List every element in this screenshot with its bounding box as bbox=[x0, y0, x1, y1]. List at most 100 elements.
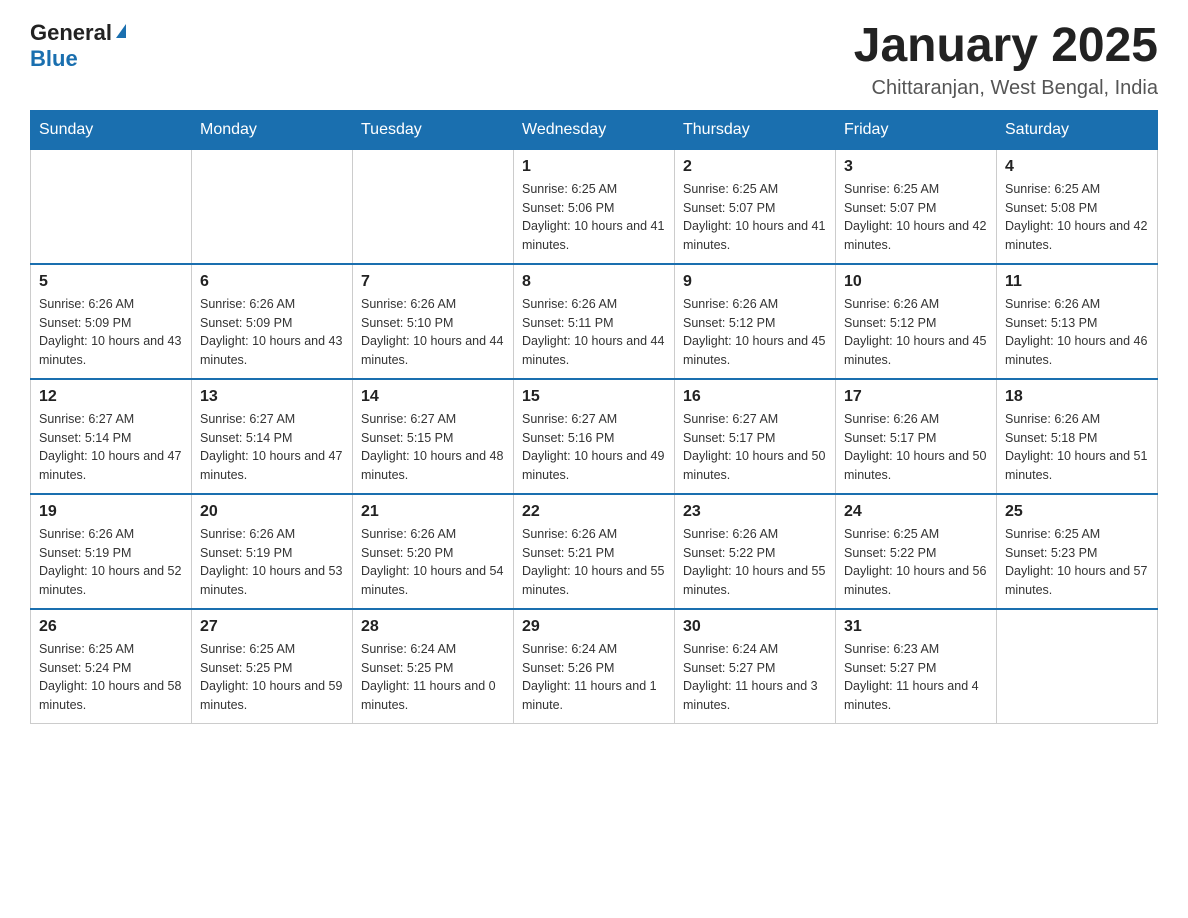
day-info: Sunrise: 6:27 AM Sunset: 5:17 PM Dayligh… bbox=[683, 410, 827, 485]
day-info: Sunrise: 6:26 AM Sunset: 5:20 PM Dayligh… bbox=[361, 525, 505, 600]
calendar-cell: 18 Sunrise: 6:26 AM Sunset: 5:18 PM Dayli… bbox=[997, 379, 1158, 494]
day-of-week-thursday: Thursday bbox=[675, 110, 836, 149]
calendar-cell: 29Sunrise: 6:24 AM Sunset: 5:26 PM Dayli… bbox=[514, 609, 675, 724]
day-info: Sunrise: 6:26 AM Sunset: 5:13 PM Dayligh… bbox=[1005, 295, 1149, 370]
calendar-cell: 23 Sunrise: 6:26 AM Sunset: 5:22 PM Dayli… bbox=[675, 494, 836, 609]
day-number: 23 bbox=[683, 503, 827, 521]
page-subtitle: Chittaranjan, West Bengal, India bbox=[854, 77, 1158, 100]
week-row-1: 1Sunrise: 6:25 AM Sunset: 5:06 PM Daylig… bbox=[31, 149, 1158, 264]
day-number: 20 bbox=[200, 503, 344, 521]
day-number: 8 bbox=[522, 273, 666, 291]
logo: General Blue bbox=[30, 20, 126, 72]
day-info: Sunrise: 6:25 AM Sunset: 5:08 PM Dayligh… bbox=[1005, 180, 1149, 255]
day-of-week-wednesday: Wednesday bbox=[514, 110, 675, 149]
page-title: January 2025 bbox=[854, 20, 1158, 73]
day-info: Sunrise: 6:27 AM Sunset: 5:15 PM Dayligh… bbox=[361, 410, 505, 485]
day-of-week-monday: Monday bbox=[192, 110, 353, 149]
day-number: 13 bbox=[200, 388, 344, 406]
calendar-cell: 3Sunrise: 6:25 AM Sunset: 5:07 PM Daylig… bbox=[836, 149, 997, 264]
day-info: Sunrise: 6:26 AM Sunset: 5:19 PM Dayligh… bbox=[200, 525, 344, 600]
calendar-body: 1Sunrise: 6:25 AM Sunset: 5:06 PM Daylig… bbox=[31, 149, 1158, 723]
day-number: 2 bbox=[683, 158, 827, 176]
day-number: 6 bbox=[200, 273, 344, 291]
day-number: 22 bbox=[522, 503, 666, 521]
calendar-cell bbox=[997, 609, 1158, 724]
day-info: Sunrise: 6:24 AM Sunset: 5:25 PM Dayligh… bbox=[361, 640, 505, 715]
day-info: Sunrise: 6:26 AM Sunset: 5:22 PM Dayligh… bbox=[683, 525, 827, 600]
day-of-week-friday: Friday bbox=[836, 110, 997, 149]
calendar-cell: 9Sunrise: 6:26 AM Sunset: 5:12 PM Daylig… bbox=[675, 264, 836, 379]
logo-triangle-icon bbox=[116, 24, 126, 38]
day-info: Sunrise: 6:26 AM Sunset: 5:21 PM Dayligh… bbox=[522, 525, 666, 600]
calendar-cell: 20 Sunrise: 6:26 AM Sunset: 5:19 PM Dayli… bbox=[192, 494, 353, 609]
day-info: Sunrise: 6:27 AM Sunset: 5:14 PM Dayligh… bbox=[39, 410, 183, 485]
calendar-cell: 21 Sunrise: 6:26 AM Sunset: 5:20 PM Dayli… bbox=[353, 494, 514, 609]
calendar-cell: 12 Sunrise: 6:27 AM Sunset: 5:14 PM Dayli… bbox=[31, 379, 192, 494]
logo-general-text: General bbox=[30, 20, 112, 46]
day-info: Sunrise: 6:26 AM Sunset: 5:17 PM Dayligh… bbox=[844, 410, 988, 485]
day-info: Sunrise: 6:27 AM Sunset: 5:14 PM Dayligh… bbox=[200, 410, 344, 485]
day-info: Sunrise: 6:25 AM Sunset: 5:07 PM Dayligh… bbox=[844, 180, 988, 255]
day-number: 9 bbox=[683, 273, 827, 291]
day-number: 15 bbox=[522, 388, 666, 406]
day-number: 25 bbox=[1005, 503, 1149, 521]
day-number: 12 bbox=[39, 388, 183, 406]
day-info: Sunrise: 6:26 AM Sunset: 5:09 PM Dayligh… bbox=[39, 295, 183, 370]
day-number: 1 bbox=[522, 158, 666, 176]
calendar-cell: 2Sunrise: 6:25 AM Sunset: 5:07 PM Daylig… bbox=[675, 149, 836, 264]
calendar-cell bbox=[353, 149, 514, 264]
day-number: 5 bbox=[39, 273, 183, 291]
calendar-cell: 7 Sunrise: 6:26 AM Sunset: 5:10 PM Daylig… bbox=[353, 264, 514, 379]
day-info: Sunrise: 6:27 AM Sunset: 5:16 PM Dayligh… bbox=[522, 410, 666, 485]
calendar-cell: 17 Sunrise: 6:26 AM Sunset: 5:17 PM Dayli… bbox=[836, 379, 997, 494]
calendar-cell: 11 Sunrise: 6:26 AM Sunset: 5:13 PM Dayli… bbox=[997, 264, 1158, 379]
day-info: Sunrise: 6:25 AM Sunset: 5:23 PM Dayligh… bbox=[1005, 525, 1149, 600]
day-info: Sunrise: 6:26 AM Sunset: 5:18 PM Dayligh… bbox=[1005, 410, 1149, 485]
week-row-4: 19 Sunrise: 6:26 AM Sunset: 5:19 PM Dayli… bbox=[31, 494, 1158, 609]
calendar-cell: 25 Sunrise: 6:25 AM Sunset: 5:23 PM Dayli… bbox=[997, 494, 1158, 609]
day-number: 21 bbox=[361, 503, 505, 521]
day-number: 17 bbox=[844, 388, 988, 406]
calendar-cell: 16Sunrise: 6:27 AM Sunset: 5:17 PM Dayli… bbox=[675, 379, 836, 494]
day-info: Sunrise: 6:25 AM Sunset: 5:24 PM Dayligh… bbox=[39, 640, 183, 715]
calendar-cell: 19 Sunrise: 6:26 AM Sunset: 5:19 PM Dayli… bbox=[31, 494, 192, 609]
calendar-cell: 28 Sunrise: 6:24 AM Sunset: 5:25 PM Dayli… bbox=[353, 609, 514, 724]
day-info: Sunrise: 6:26 AM Sunset: 5:11 PM Dayligh… bbox=[522, 295, 666, 370]
day-number: 18 bbox=[1005, 388, 1149, 406]
calendar-cell: 24Sunrise: 6:25 AM Sunset: 5:22 PM Dayli… bbox=[836, 494, 997, 609]
calendar-cell: 27Sunrise: 6:25 AM Sunset: 5:25 PM Dayli… bbox=[192, 609, 353, 724]
day-number: 19 bbox=[39, 503, 183, 521]
day-number: 7 bbox=[361, 273, 505, 291]
day-number: 14 bbox=[361, 388, 505, 406]
week-row-3: 12 Sunrise: 6:27 AM Sunset: 5:14 PM Dayli… bbox=[31, 379, 1158, 494]
calendar-cell: 15 Sunrise: 6:27 AM Sunset: 5:16 PM Dayli… bbox=[514, 379, 675, 494]
week-row-5: 26 Sunrise: 6:25 AM Sunset: 5:24 PM Dayli… bbox=[31, 609, 1158, 724]
day-info: Sunrise: 6:25 AM Sunset: 5:22 PM Dayligh… bbox=[844, 525, 988, 600]
day-number: 26 bbox=[39, 618, 183, 636]
week-row-2: 5 Sunrise: 6:26 AM Sunset: 5:09 PM Daylig… bbox=[31, 264, 1158, 379]
day-number: 28 bbox=[361, 618, 505, 636]
logo-blue-text: Blue bbox=[30, 46, 78, 72]
day-info: Sunrise: 6:26 AM Sunset: 5:10 PM Dayligh… bbox=[361, 295, 505, 370]
day-of-week-saturday: Saturday bbox=[997, 110, 1158, 149]
calendar-header: SundayMondayTuesdayWednesdayThursdayFrid… bbox=[31, 110, 1158, 149]
day-info: Sunrise: 6:24 AM Sunset: 5:27 PM Dayligh… bbox=[683, 640, 827, 715]
calendar-table: SundayMondayTuesdayWednesdayThursdayFrid… bbox=[30, 110, 1158, 724]
calendar-cell: 5 Sunrise: 6:26 AM Sunset: 5:09 PM Daylig… bbox=[31, 264, 192, 379]
day-number: 4 bbox=[1005, 158, 1149, 176]
day-number: 11 bbox=[1005, 273, 1149, 291]
day-number: 31 bbox=[844, 618, 988, 636]
calendar-cell bbox=[192, 149, 353, 264]
page-header: General Blue January 2025 Chittaranjan, … bbox=[30, 20, 1158, 100]
day-info: Sunrise: 6:26 AM Sunset: 5:19 PM Dayligh… bbox=[39, 525, 183, 600]
calendar-cell: 13 Sunrise: 6:27 AM Sunset: 5:14 PM Dayli… bbox=[192, 379, 353, 494]
calendar-cell: 10Sunrise: 6:26 AM Sunset: 5:12 PM Dayli… bbox=[836, 264, 997, 379]
day-number: 30 bbox=[683, 618, 827, 636]
day-info: Sunrise: 6:26 AM Sunset: 5:09 PM Dayligh… bbox=[200, 295, 344, 370]
calendar-cell: 8 Sunrise: 6:26 AM Sunset: 5:11 PM Daylig… bbox=[514, 264, 675, 379]
calendar-cell: 14 Sunrise: 6:27 AM Sunset: 5:15 PM Dayli… bbox=[353, 379, 514, 494]
calendar-cell: 22 Sunrise: 6:26 AM Sunset: 5:21 PM Dayli… bbox=[514, 494, 675, 609]
day-info: Sunrise: 6:23 AM Sunset: 5:27 PM Dayligh… bbox=[844, 640, 988, 715]
calendar-cell: 31 Sunrise: 6:23 AM Sunset: 5:27 PM Dayli… bbox=[836, 609, 997, 724]
calendar-cell bbox=[31, 149, 192, 264]
